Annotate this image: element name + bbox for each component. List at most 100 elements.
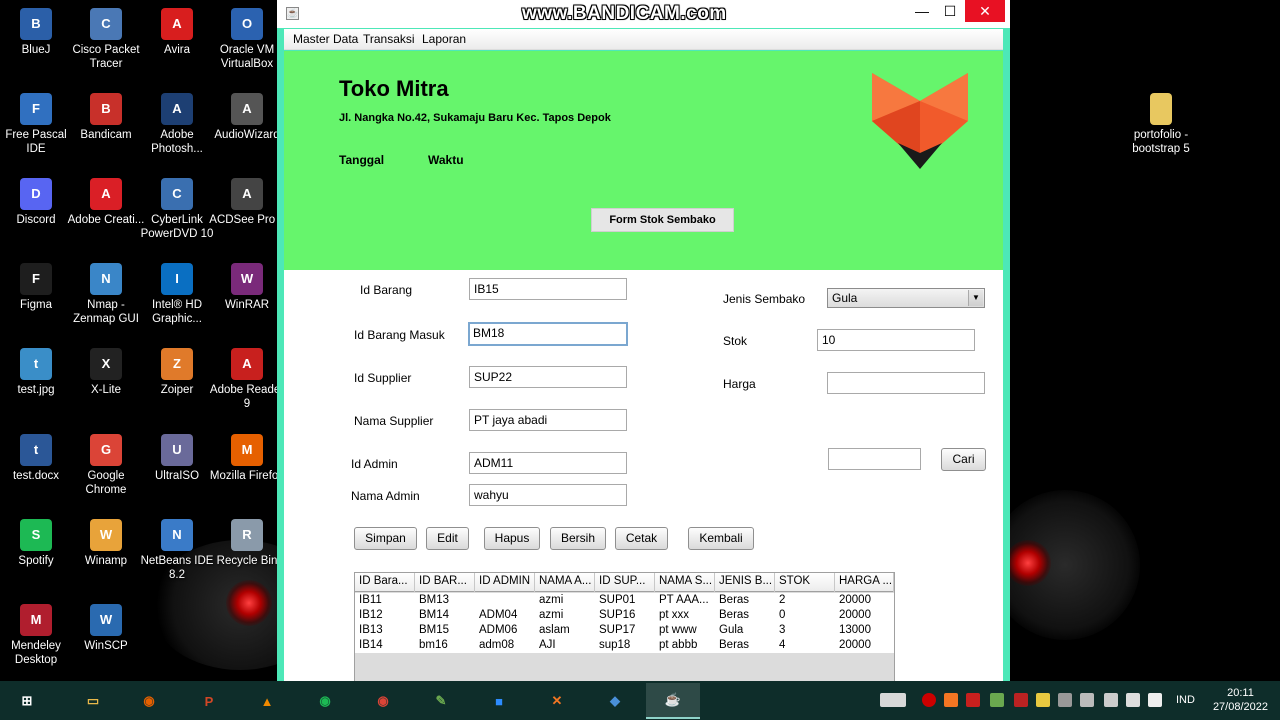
nama-admin-field[interactable]: wahyu xyxy=(469,484,627,506)
taskbar-app[interactable]: ◉ xyxy=(298,683,352,719)
notification-tray-icon[interactable] xyxy=(990,693,1004,707)
menu-master-data[interactable]: Master Data xyxy=(293,32,358,46)
table-column-header[interactable]: NAMA S... xyxy=(655,573,715,592)
desktop-shortcut[interactable]: X X-Lite xyxy=(67,348,145,397)
taskbar-app[interactable]: ✕ xyxy=(530,683,584,719)
table-column-header[interactable]: ID SUP... xyxy=(595,573,655,592)
taskbar-app[interactable]: ■ xyxy=(472,683,526,719)
table-cell: Gula xyxy=(719,624,744,636)
desktop-shortcut[interactable]: C Cisco Packet Tracer xyxy=(67,8,145,71)
system-clock[interactable]: 20:11 27/08/2022 xyxy=(1213,686,1268,714)
desktop-shortcut[interactable]: W WinRAR xyxy=(208,263,286,312)
flag-tray-icon[interactable] xyxy=(1014,693,1028,707)
desktop-shortcut[interactable]: N NetBeans IDE 8.2 xyxy=(138,519,216,582)
signal-icon[interactable] xyxy=(1126,693,1140,707)
table-row[interactable]: IB13 BM15 ADM06 aslam SUP17 pt www Gula 3 13000 xyxy=(355,623,894,638)
table-cell: 20000 xyxy=(839,639,871,651)
desktop-shortcut[interactable]: t test.jpg xyxy=(0,348,75,397)
stok-field[interactable]: 10 xyxy=(817,329,975,351)
table-column-header[interactable]: ID ADMIN xyxy=(475,573,535,592)
language-indicator[interactable]: IND xyxy=(1176,694,1195,706)
kembali-button[interactable]: Kembali xyxy=(688,527,754,550)
nama-supplier-field[interactable]: PT jaya abadi xyxy=(469,409,627,431)
keyboard-icon[interactable] xyxy=(880,693,906,707)
hapus-button[interactable]: Hapus xyxy=(484,527,540,550)
desktop-shortcut[interactable]: O Oracle VM VirtualBox xyxy=(208,8,286,71)
edit-button[interactable]: Edit xyxy=(426,527,469,550)
table-column-header[interactable]: ID BAR... xyxy=(415,573,475,592)
simpan-button[interactable]: Simpan xyxy=(354,527,417,550)
desktop-shortcut[interactable]: A Adobe Photosh... xyxy=(138,93,216,156)
desktop-shortcut[interactable]: F Figma xyxy=(0,263,75,312)
maximize-button[interactable]: ☐ xyxy=(937,0,963,22)
table-row[interactable]: IB12 BM14 ADM04 azmi SUP16 pt xxx Beras 0 20000 xyxy=(355,608,894,623)
desktop-shortcut[interactable]: M Mozilla Firefox xyxy=(208,434,286,483)
desktop-shortcut[interactable]: F Free Pascal IDE xyxy=(0,93,75,156)
taskbar-app[interactable]: ◆ xyxy=(588,683,642,719)
desktop-shortcut[interactable]: A ACDSee Pro 4 xyxy=(208,178,286,227)
menu-transaksi[interactable]: Transaksi xyxy=(363,32,415,46)
cetak-button[interactable]: Cetak xyxy=(615,527,668,550)
table-column-header[interactable]: JENIS B... xyxy=(715,573,775,592)
form-title-button[interactable]: Form Stok Sembako xyxy=(591,208,734,232)
desktop-shortcut[interactable]: A Avira xyxy=(138,8,216,57)
jenis-sembako-select[interactable]: Gula ▼ xyxy=(827,288,985,308)
power-tray-icon[interactable] xyxy=(1036,693,1050,707)
search-input[interactable] xyxy=(828,448,921,470)
display-tray-icon[interactable] xyxy=(1058,693,1072,707)
taskbar-app[interactable]: ☕ xyxy=(646,683,700,719)
desktop-shortcut[interactable]: A AudioWizard xyxy=(208,93,286,142)
record-icon[interactable] xyxy=(922,693,936,707)
id-supplier-field[interactable]: SUP22 xyxy=(469,366,627,388)
table-column-header[interactable]: STOK xyxy=(775,573,835,592)
taskbar-app[interactable]: ▲ xyxy=(240,683,294,719)
desktop-shortcut[interactable]: t test.docx xyxy=(0,434,75,483)
window-titlebar[interactable]: ☕ www.BANDICAM.com — ☐ ✕ xyxy=(277,0,1010,28)
taskbar-app[interactable]: ◉ xyxy=(356,683,410,719)
close-button[interactable]: ✕ xyxy=(965,0,1005,22)
chevron-down-icon[interactable]: ▼ xyxy=(968,290,983,306)
cari-button[interactable]: Cari xyxy=(941,448,986,471)
id-barang-field[interactable]: IB15 xyxy=(469,278,627,300)
id-admin-field[interactable]: ADM11 xyxy=(469,452,627,474)
table-row[interactable]: IB14 bm16 adm08 AJI sup18 pt abbb Beras 4 20000 xyxy=(355,638,894,653)
desktop-shortcut[interactable]: W WinSCP xyxy=(67,604,145,653)
table-column-header[interactable]: NAMA A... xyxy=(535,573,595,592)
spotify-icon: S xyxy=(20,519,52,551)
desktop-shortcut[interactable]: M Mendeley Desktop xyxy=(0,604,75,667)
desktop-shortcut[interactable]: S Spotify xyxy=(0,519,75,568)
table-row[interactable]: IB11 BM13 azmi SUP01 PT AAA... Beras 2 20000 xyxy=(355,593,894,608)
wifi-icon[interactable] xyxy=(1104,693,1118,707)
desktop-shortcut[interactable]: C CyberLink PowerDVD 10 xyxy=(138,178,216,241)
minimize-button[interactable]: — xyxy=(907,0,937,22)
ultraiso-icon: U xyxy=(161,434,193,466)
taskbar-app[interactable]: ◉ xyxy=(122,683,176,719)
adobe-tray-icon[interactable] xyxy=(966,693,980,707)
xampp-tray-icon[interactable] xyxy=(944,693,958,707)
desktop-shortcut[interactable]: G Google Chrome xyxy=(67,434,145,497)
desktop-shortcut[interactable]: W Winamp xyxy=(67,519,145,568)
taskbar-app[interactable]: ▭ xyxy=(66,683,120,719)
harga-field[interactable] xyxy=(827,372,985,394)
desktop-shortcut[interactable]: A Adobe Reader 9 xyxy=(208,348,286,411)
table-column-header[interactable]: ID Bara... xyxy=(355,573,415,592)
battery-icon[interactable] xyxy=(1148,693,1162,707)
menu-laporan[interactable]: Laporan xyxy=(422,32,466,46)
desktop-shortcut[interactable]: I Intel® HD Graphic... xyxy=(138,263,216,326)
bersih-button[interactable]: Bersih xyxy=(550,527,606,550)
desktop-shortcut[interactable]: Z Zoiper xyxy=(138,348,216,397)
desktop-shortcut[interactable]: N Nmap - Zenmap GUI xyxy=(67,263,145,326)
network-tray-icon[interactable] xyxy=(1080,693,1094,707)
desktop-shortcut[interactable]: U UltraISO xyxy=(138,434,216,483)
desktop-shortcut[interactable]: B Bandicam xyxy=(67,93,145,142)
taskbar-app[interactable]: ✎ xyxy=(414,683,468,719)
table-column-header[interactable]: HARGA ... xyxy=(835,573,894,592)
desktop-shortcut[interactable]: D Discord xyxy=(0,178,75,227)
desktop-shortcut[interactable]: B BlueJ xyxy=(0,8,75,57)
desktop-shortcut[interactable]: portofolio - bootstrap 5 xyxy=(1122,93,1200,156)
taskbar-app[interactable]: ⊞ xyxy=(0,683,54,719)
desktop-shortcut[interactable]: R Recycle Bin xyxy=(208,519,286,568)
desktop-shortcut[interactable]: A Adobe Creati... xyxy=(67,178,145,227)
taskbar-app[interactable]: P xyxy=(182,683,236,719)
id-barang-masuk-field[interactable]: BM18 xyxy=(468,322,628,346)
